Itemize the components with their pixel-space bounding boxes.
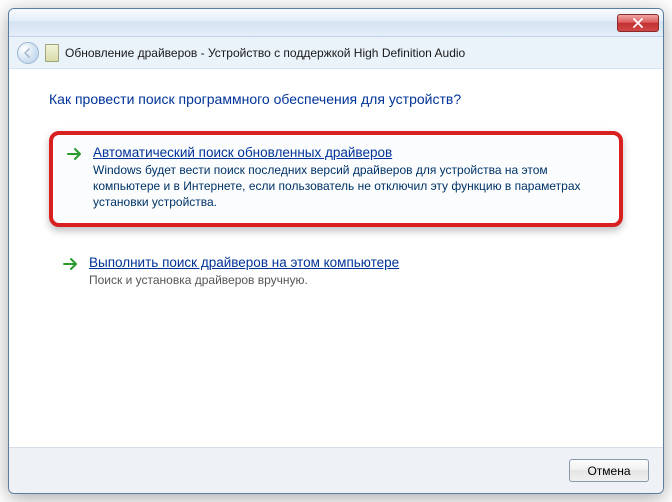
option-description: Windows будет вести поиск последних верс… bbox=[93, 162, 605, 211]
cancel-button[interactable]: Отмена bbox=[569, 459, 649, 482]
dialog-window: Обновление драйверов - Устройство с подд… bbox=[8, 8, 664, 494]
close-button[interactable] bbox=[617, 14, 659, 32]
close-icon bbox=[633, 18, 643, 28]
content-area: Как провести поиск программного обеспече… bbox=[9, 69, 663, 447]
page-question: Как провести поиск программного обеспече… bbox=[49, 91, 623, 107]
option-title: Автоматический поиск обновленных драйвер… bbox=[93, 145, 605, 160]
back-button[interactable] bbox=[17, 42, 39, 64]
option-manual-search[interactable]: Выполнить поиск драйверов на этом компью… bbox=[49, 245, 623, 300]
back-arrow-icon bbox=[22, 47, 34, 59]
option-body: Автоматический поиск обновленных драйвер… bbox=[93, 145, 605, 211]
device-icon bbox=[45, 44, 59, 62]
option-body: Выполнить поиск драйверов на этом компью… bbox=[89, 255, 609, 288]
header-bar: Обновление драйверов - Устройство с подд… bbox=[9, 37, 663, 69]
option-auto-search[interactable]: Автоматический поиск обновленных драйвер… bbox=[49, 131, 623, 227]
option-description: Поиск и установка драйверов вручную. bbox=[89, 272, 609, 288]
titlebar bbox=[9, 9, 663, 37]
arrow-right-icon bbox=[67, 147, 83, 211]
footer-bar: Отмена bbox=[9, 447, 663, 493]
option-title: Выполнить поиск драйверов на этом компью… bbox=[89, 255, 609, 270]
window-title: Обновление драйверов - Устройство с подд… bbox=[65, 46, 465, 60]
arrow-right-icon bbox=[63, 257, 79, 288]
